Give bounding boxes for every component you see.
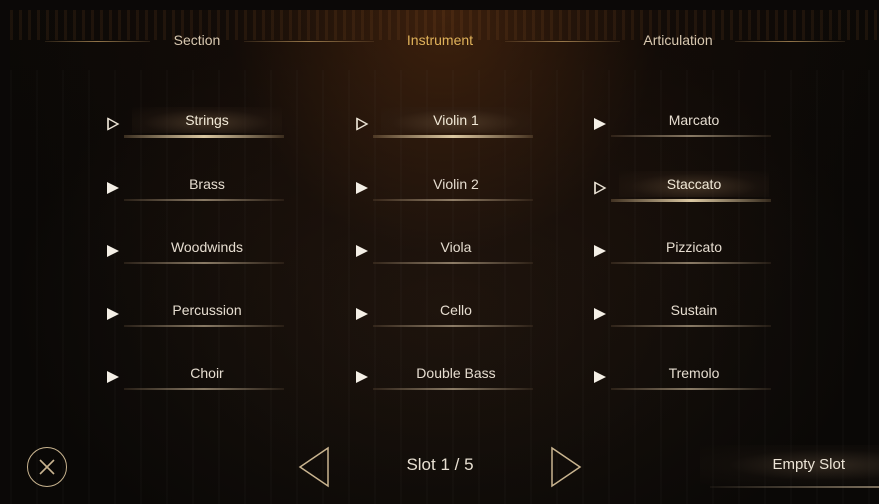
header-divider xyxy=(505,41,620,42)
articulation-item[interactable]: Pizzicato xyxy=(593,234,773,268)
articulation-header: Articulation xyxy=(643,32,713,48)
section-item[interactable]: Woodwinds xyxy=(106,234,286,268)
play-icon xyxy=(106,244,120,258)
instrument-item[interactable]: Viola xyxy=(355,234,535,268)
section-item-label: Strings xyxy=(132,107,282,133)
play-icon xyxy=(593,370,607,384)
articulation-item-label: Marcato xyxy=(668,112,720,128)
instrument-item-label: Violin 1 xyxy=(381,107,531,133)
play-icon xyxy=(593,307,607,321)
play-icon xyxy=(355,244,369,258)
play-icon xyxy=(106,370,120,384)
header-divider xyxy=(735,41,845,42)
instrument-item[interactable]: Cello xyxy=(355,297,535,331)
triangle-right-icon xyxy=(551,446,582,488)
play-icon xyxy=(593,117,607,131)
item-underline xyxy=(611,325,771,327)
item-underline xyxy=(611,199,771,202)
play-outline-icon xyxy=(593,181,607,195)
play-outline-icon xyxy=(355,117,369,131)
section-item[interactable]: Brass xyxy=(106,171,286,205)
instrument-item[interactable]: Violin 1 xyxy=(355,107,535,141)
item-underline xyxy=(611,262,771,264)
section-item-label: Choir xyxy=(190,365,224,381)
item-underline xyxy=(373,262,533,264)
articulation-item-label: Pizzicato xyxy=(665,239,723,255)
articulation-item-label: Tremolo xyxy=(668,365,720,381)
articulation-item-label: Sustain xyxy=(670,302,718,318)
item-underline xyxy=(124,388,284,390)
instrument-header: Instrument xyxy=(406,32,474,48)
item-underline xyxy=(124,199,284,201)
instrument-item-label: Violin 2 xyxy=(433,176,479,192)
triangle-left-icon xyxy=(298,446,329,488)
slot-indicator: Slot 1 / 5 xyxy=(406,455,474,474)
section-item[interactable]: Choir xyxy=(106,360,286,394)
instrument-item-label: Viola xyxy=(440,239,472,255)
section-item-label: Woodwinds xyxy=(170,239,244,255)
instrument-item[interactable]: Violin 2 xyxy=(355,171,535,205)
articulation-item[interactable]: Sustain xyxy=(593,297,773,331)
section-header: Section xyxy=(173,32,221,48)
articulation-item[interactable]: Staccato xyxy=(593,171,773,205)
item-underline xyxy=(124,325,284,327)
section-item-label: Percussion xyxy=(172,302,242,318)
play-icon xyxy=(355,307,369,321)
item-underline xyxy=(373,199,533,201)
instrument-item-label: Double Bass xyxy=(416,365,496,381)
item-underline xyxy=(611,135,771,137)
item-underline xyxy=(611,388,771,390)
articulation-item[interactable]: Tremolo xyxy=(593,360,773,394)
close-button[interactable] xyxy=(27,447,67,487)
item-underline xyxy=(124,262,284,264)
articulation-item[interactable]: Marcato xyxy=(593,107,773,141)
play-icon xyxy=(593,244,607,258)
play-icon xyxy=(106,181,120,195)
item-underline xyxy=(373,388,533,390)
play-icon xyxy=(355,181,369,195)
previous-slot-button[interactable] xyxy=(297,446,331,488)
play-outline-icon xyxy=(106,117,120,131)
instrument-item-label: Cello xyxy=(440,302,472,318)
item-underline xyxy=(373,135,533,138)
instrument-item[interactable]: Double Bass xyxy=(355,360,535,394)
item-underline xyxy=(124,135,284,138)
section-item[interactable]: Strings xyxy=(106,107,286,141)
next-slot-button[interactable] xyxy=(549,446,583,488)
play-icon xyxy=(355,370,369,384)
play-icon xyxy=(106,307,120,321)
close-icon xyxy=(39,459,55,475)
section-item[interactable]: Percussion xyxy=(106,297,286,331)
empty-slot-underline xyxy=(710,486,879,488)
item-underline xyxy=(373,325,533,327)
empty-slot-button[interactable]: Empty Slot xyxy=(700,445,879,485)
section-item-label: Brass xyxy=(189,176,225,192)
articulation-item-label: Staccato xyxy=(619,171,769,197)
